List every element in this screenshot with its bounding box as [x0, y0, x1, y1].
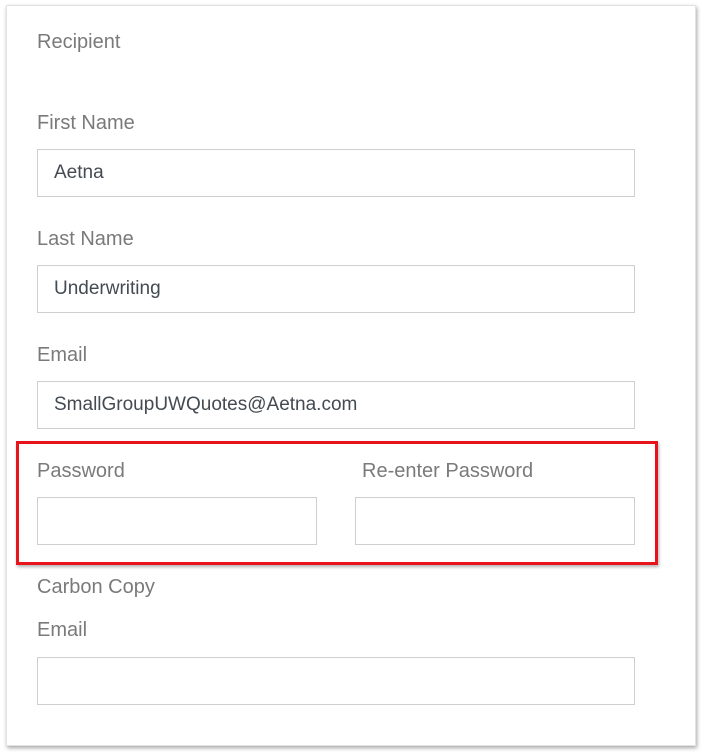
first-name-label: First Name: [37, 112, 135, 134]
first-name-input[interactable]: [37, 149, 635, 197]
recipient-section-title: Recipient: [37, 31, 121, 53]
email-input[interactable]: [37, 381, 635, 429]
password-input[interactable]: [37, 497, 317, 545]
cc-email-label: Email: [37, 619, 88, 641]
password-label: Password: [37, 460, 125, 482]
email-label: Email: [37, 344, 88, 366]
last-name-input[interactable]: [37, 265, 635, 313]
reenter-password-label: Re-enter Password: [362, 460, 534, 482]
cc-email-input[interactable]: [37, 657, 635, 705]
reenter-password-input[interactable]: [355, 497, 635, 545]
carbon-copy-section-title: Carbon Copy: [37, 576, 155, 598]
last-name-label: Last Name: [37, 228, 134, 250]
